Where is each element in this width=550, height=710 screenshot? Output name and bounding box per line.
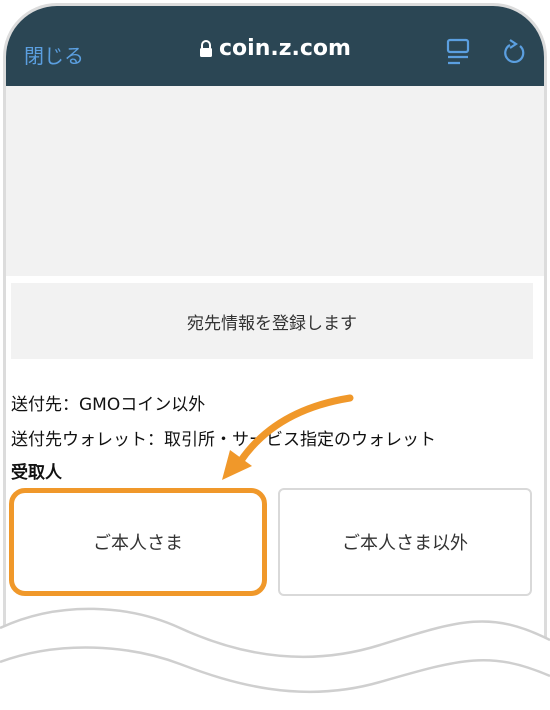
reader-icon[interactable] xyxy=(446,38,470,70)
url-text: coin.z.com xyxy=(219,36,351,61)
browser-top-bar: 閉じる coin.z.com xyxy=(6,6,544,86)
option-self-label: ご本人さま xyxy=(93,533,183,554)
option-other-button[interactable]: ご本人さま以外 xyxy=(278,488,532,596)
reload-icon[interactable] xyxy=(502,38,528,70)
content-placeholder xyxy=(6,86,544,276)
recipient-heading: 受取人 xyxy=(11,463,62,483)
register-heading-text: 宛先情報を登録します xyxy=(187,313,357,334)
option-other-label: ご本人さま以外 xyxy=(342,533,468,554)
wallet-text: 送付先ウォレット：取引所・サービス指定のウォレット xyxy=(11,430,436,450)
register-heading: 宛先情報を登録します xyxy=(11,283,533,359)
destination-text: 送付先：GMOコイン以外 xyxy=(11,395,206,415)
lock-icon xyxy=(199,39,213,64)
option-self-button[interactable]: ご本人さま xyxy=(9,488,267,596)
